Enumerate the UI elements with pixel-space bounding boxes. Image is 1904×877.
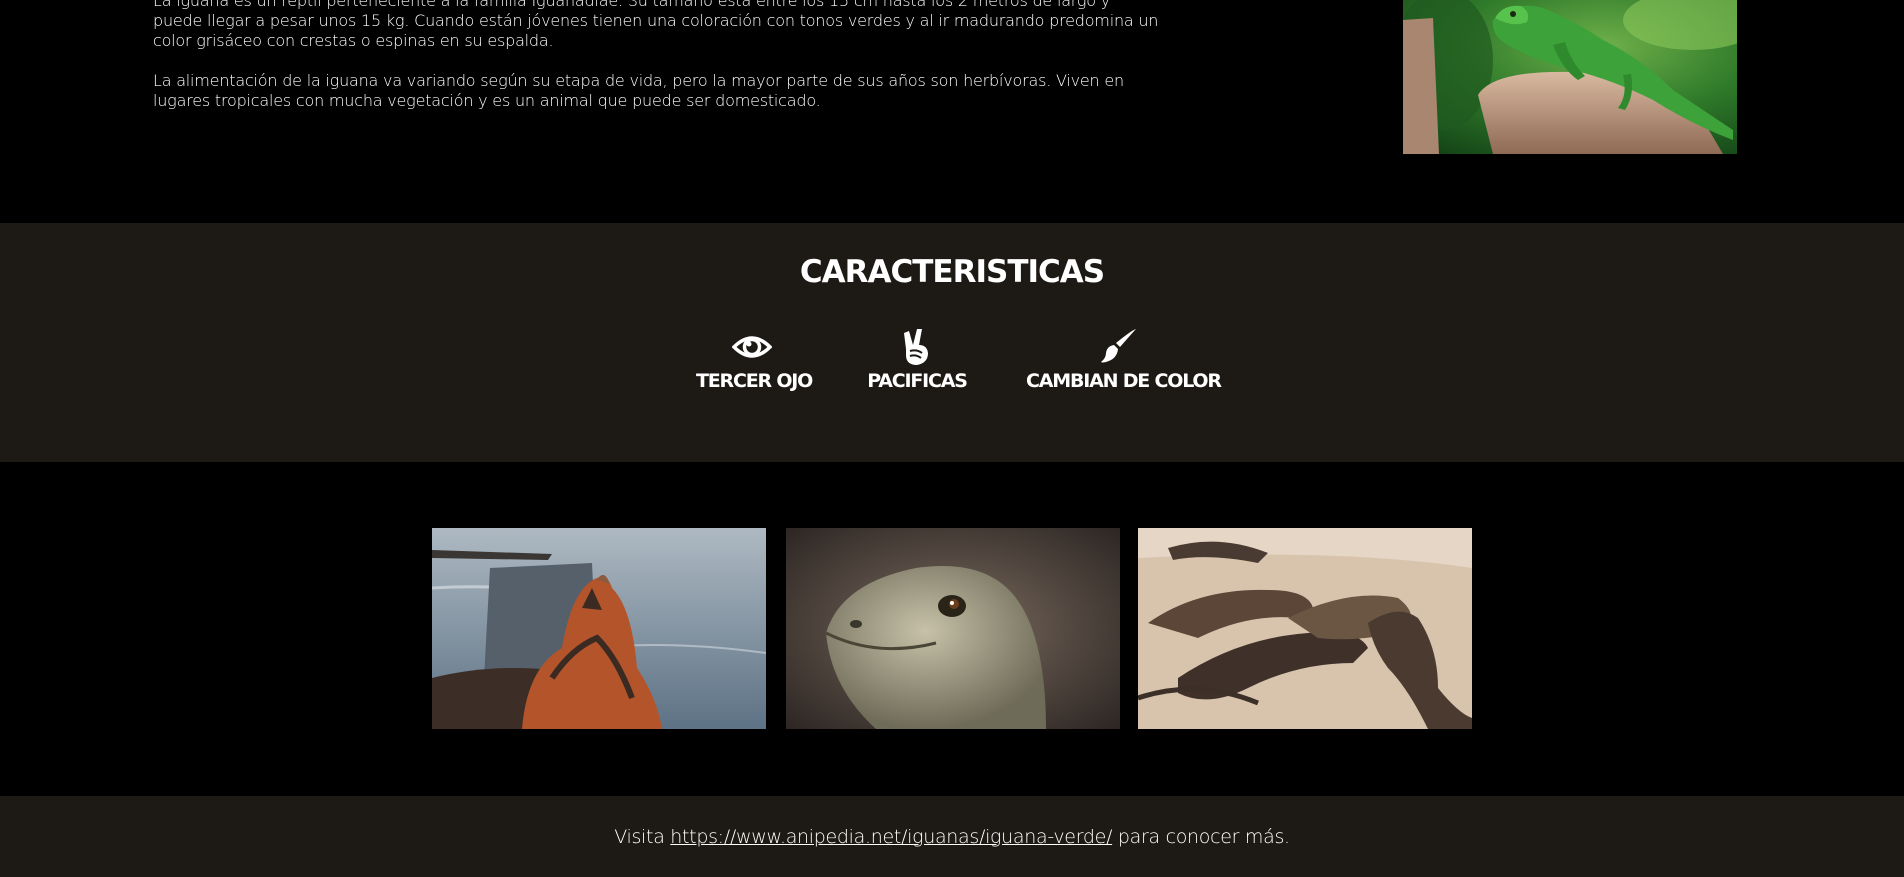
peace-hand-icon (862, 327, 972, 367)
page: La iguana es un reptil perteneciente a l… (0, 0, 1904, 877)
footer-text: Visita https://www.anipedia.net/iguanas/… (0, 826, 1904, 848)
iguana-portrait-image (786, 528, 1120, 729)
footer-prefix: Visita (614, 826, 671, 848)
eye-icon (696, 327, 808, 367)
intro-paragraph-2: La alimentación de la iguana va variando… (153, 71, 1124, 110)
footer-suffix: para conocer más. (1112, 826, 1290, 848)
intro-text: La iguana es un reptil perteneciente a l… (153, 0, 1163, 131)
characteristics-section: CARACTERISTICAS TERCER OJO PACIFICAS CAM… (0, 223, 1904, 462)
iguana-shore-image (432, 528, 766, 729)
feature-label: PACIFICAS (867, 370, 968, 392)
footer: Visita https://www.anipedia.net/iguanas/… (0, 796, 1904, 877)
anipedia-link[interactable]: https://www.anipedia.net/iguanas/iguana-… (670, 826, 1112, 848)
gallery-section (0, 462, 1904, 796)
intro-paragraph-1: La iguana es un reptil perteneciente a l… (153, 0, 1159, 50)
feature-tercer-ojo: TERCER OJO (696, 327, 813, 392)
paintbrush-icon (1026, 327, 1210, 367)
green-iguana-image (1403, 0, 1737, 154)
feature-cambian-de-color: CAMBIAN DE COLOR (1026, 327, 1222, 392)
iguanas-beach-image (1138, 528, 1472, 729)
feature-pacificas: PACIFICAS (862, 327, 972, 392)
section-title: CARACTERISTICAS (799, 254, 1105, 290)
feature-label: TERCER OJO (696, 370, 813, 392)
feature-label: CAMBIAN DE COLOR (1026, 370, 1222, 392)
intro-section: La iguana es un reptil perteneciente a l… (0, 0, 1904, 223)
